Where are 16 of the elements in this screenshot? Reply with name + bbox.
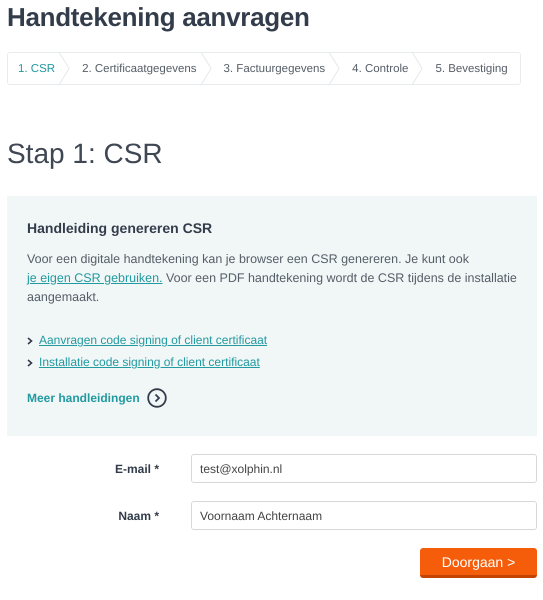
arrow-circle-icon[interactable] [146, 388, 167, 408]
step-tab[interactable]: 1. CSR [8, 53, 70, 84]
guide-text: Voor een digitale handtekening kan je browser een CSR genereren. Je kunt ook je eigen CSR gebruiken. Voor een PDF handtekening wordt de CSR tijdens de installatie aangemaakt. [27, 251, 517, 306]
input-field[interactable]: Voornaam Achternaam [191, 501, 537, 530]
step-heading: Stap 1: CSR [7, 137, 164, 171]
chevron-icon [27, 358, 33, 366]
guide-title: Handleiding genereren CSR [27, 219, 214, 238]
chevron-icon [27, 336, 33, 344]
field-label: E-mail * [114, 462, 160, 476]
step-tab[interactable]: 4. Controle [340, 53, 424, 84]
input-field[interactable]: test@xolphin.nl [191, 454, 537, 483]
field-label: Naam * [117, 508, 160, 522]
page-title: Handtekening aanvragen [7, 1, 311, 32]
step-tab[interactable]: 2. Certificaatgegevens [70, 53, 212, 84]
step-tab[interactable]: 3. Factuurgegevens [212, 53, 340, 84]
step-tab[interactable]: 5. Bevestiging [423, 53, 523, 84]
